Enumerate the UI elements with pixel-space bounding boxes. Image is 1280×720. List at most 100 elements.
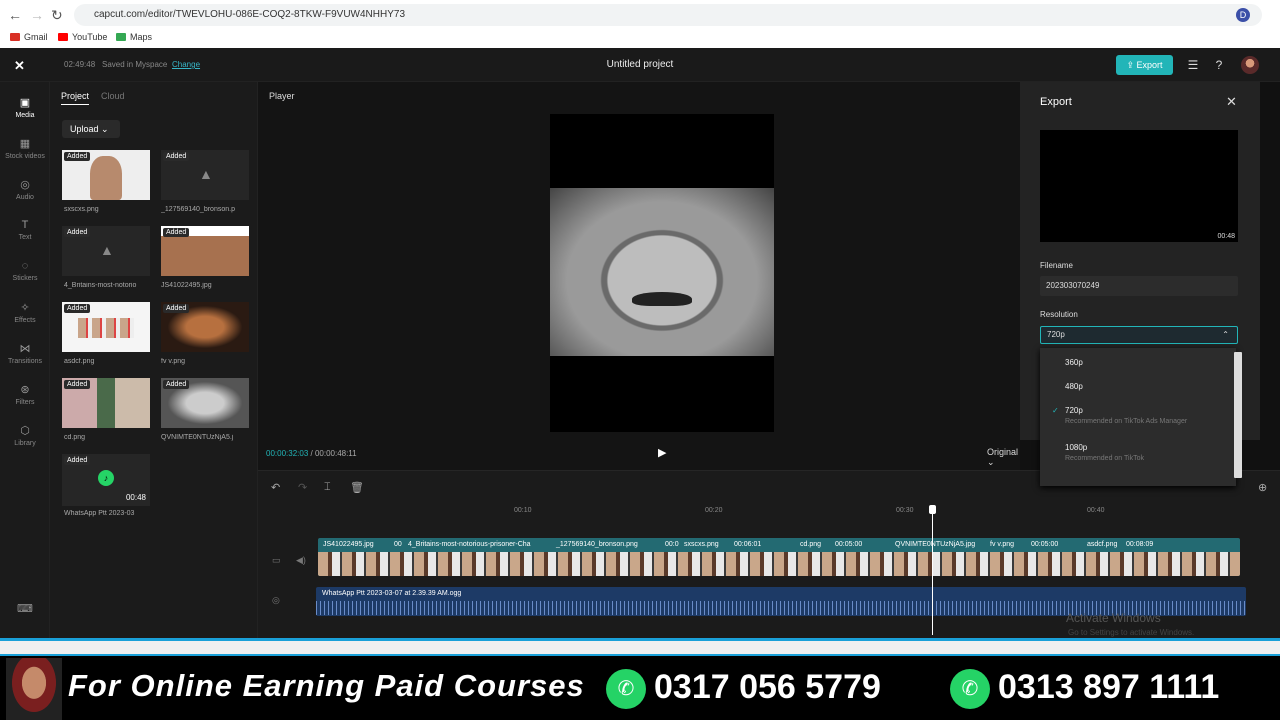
split-icon[interactable]: ⌶	[324, 481, 331, 494]
export-button[interactable]: ⇪ Export	[1116, 55, 1173, 75]
playhead-handle[interactable]	[929, 505, 936, 514]
user-avatar[interactable]	[1241, 56, 1259, 74]
help-icon[interactable]: ?	[1212, 58, 1226, 72]
photo-thumbnail	[90, 156, 122, 200]
bookmark-gmail[interactable]: Gmail	[10, 32, 48, 42]
export-dialog: Export ✕ 00:48 Filename 202303070249 Res…	[1020, 82, 1260, 486]
player-label: Player	[269, 91, 295, 101]
tab-project[interactable]: Project	[61, 91, 90, 105]
upload-button[interactable]: Upload ⌄	[62, 120, 120, 138]
saved-location: Saved in Myspace	[102, 60, 168, 69]
rail-transitions[interactable]: ⋈ Transitions	[0, 342, 50, 365]
effects-icon: ✧	[20, 302, 30, 314]
project-title[interactable]: Untitled project	[560, 59, 720, 70]
clip-label: sxscxs.png	[684, 541, 719, 548]
rail-audio[interactable]: ◎ Audio	[0, 178, 50, 201]
clip-label: asdcf.png	[1087, 541, 1118, 548]
option-1080p-note: Recommended on TikTok	[1065, 455, 1144, 462]
tab-cloud[interactable]: Cloud	[101, 91, 125, 101]
resolution-select[interactable]: 720p ⌃	[1040, 326, 1238, 344]
redo-icon[interactable]: ↷	[298, 481, 307, 494]
video-track[interactable]: JS41022495.jpg 00 4_Britains-most-notori…	[318, 538, 1240, 576]
clip-duration: 00:05:00	[835, 541, 863, 548]
filename-field[interactable]: 202303070249	[1040, 276, 1238, 296]
capcut-logo-icon[interactable]: ✕	[14, 58, 28, 73]
media-item-britains[interactable]: Added ▲	[62, 226, 150, 276]
media-label: sxscxs.png	[64, 206, 99, 213]
change-link[interactable]: Change	[172, 60, 200, 69]
keyboard-icon[interactable]: ⌨	[0, 602, 50, 618]
rail-filters[interactable]: ⊛ Filters	[0, 383, 50, 406]
phone-number-1: 0317 056 5779	[654, 668, 881, 706]
volume-icon[interactable]: ◀)	[296, 555, 306, 566]
timecode: 00:00:32:03 / 00:00:48:11	[266, 449, 357, 458]
library-icon: ⬡	[20, 425, 30, 437]
option-480p[interactable]: 480p	[1065, 382, 1083, 391]
media-item-asdcf[interactable]: Added	[62, 302, 150, 352]
bookmark-maps[interactable]: Maps	[116, 32, 152, 42]
play-icon[interactable]: ▶	[658, 446, 666, 459]
resolution-dropdown: 360p 480p ✓ 720p Recommended on TikTok A…	[1040, 348, 1242, 486]
video-frame-image	[550, 188, 774, 356]
back-icon[interactable]: ←	[8, 7, 22, 23]
media-item-js41022495[interactable]: Added	[161, 226, 249, 276]
save-time: 02:49:48	[64, 60, 96, 69]
option-720p-note: Recommended on TikTok Ads Manager	[1065, 418, 1188, 425]
preview-duration: 00:48	[1217, 233, 1235, 240]
delete-icon[interactable]: 🗑	[350, 481, 364, 494]
media-item-bronson[interactable]: Added ▲	[161, 150, 249, 200]
forward-icon[interactable]: →	[30, 7, 44, 23]
ruler-tick: 00:10	[514, 507, 532, 514]
close-icon[interactable]: ✕	[1226, 94, 1237, 110]
option-720p[interactable]: 720p	[1065, 406, 1083, 415]
audio-track-icon[interactable]: ◎	[272, 595, 280, 606]
option-1080p[interactable]: 1080p	[1065, 443, 1087, 452]
phone-number-2: 0313 897 1111	[998, 668, 1220, 706]
audio-duration: 00:48	[125, 493, 146, 502]
media-item-qvnimte[interactable]: Added	[161, 378, 249, 428]
address-bar[interactable]: capcut.com/editor/TWEVLOHU-086E-COQ2-8TK…	[74, 4, 1262, 26]
track-cover-icon[interactable]: ▭	[272, 555, 281, 566]
banner-headline: For Online Earning Paid Courses	[68, 668, 585, 703]
audio-clip-label: WhatsApp Ptt 2023-03-07 at 2.39.39 AM.og…	[322, 590, 462, 597]
ruler-tick: 00:40	[1087, 507, 1105, 514]
media-item-whatsapp-audio[interactable]: Added ♪ 00:48	[62, 454, 150, 506]
playhead[interactable]	[929, 505, 936, 635]
video-canvas[interactable]	[550, 114, 774, 432]
media-label: _127569140_bronson.p	[161, 206, 235, 213]
rail-stickers[interactable]: ◌ Stickers	[0, 260, 50, 282]
moustache	[632, 292, 692, 306]
media-item-cd[interactable]: Added	[62, 378, 150, 428]
zoom-in-icon[interactable]: ⊕	[1258, 481, 1267, 494]
chevron-down-icon: ⌄	[101, 124, 109, 134]
image-placeholder-icon: ▲	[100, 242, 114, 258]
rail-effects[interactable]: ✧ Effects	[0, 301, 50, 324]
rail-stock-videos[interactable]: ▦ Stock videos	[0, 137, 50, 160]
upload-icon: ⇪	[1126, 60, 1137, 70]
rail-text[interactable]: T Text	[0, 219, 50, 241]
chevron-down-icon: ⌄	[987, 457, 995, 467]
clip-label: JS41022495.jpg	[323, 541, 374, 548]
media-label: cd.png	[64, 434, 86, 441]
reload-icon[interactable]: ↻	[51, 7, 63, 24]
media-item-fvv[interactable]: Added	[161, 302, 249, 352]
export-preview: 00:48	[1040, 130, 1238, 242]
whatsapp-icon: ✆	[606, 669, 646, 709]
undo-icon[interactable]: ↶	[271, 481, 280, 494]
media-item-sxscxs[interactable]: Added	[62, 150, 150, 200]
filter-icon: ⊛	[20, 384, 30, 396]
rail-library[interactable]: ⬡ Library	[0, 424, 50, 447]
music-note-icon: ♪	[98, 470, 114, 486]
profile-avatar[interactable]: D	[1236, 8, 1250, 22]
ratio-select[interactable]: Original ⌄	[987, 447, 1020, 468]
browser-chrome: ← → ↻ capcut.com/editor/TWEVLOHU-086E-CO…	[0, 0, 1280, 48]
option-360p[interactable]: 360p	[1065, 358, 1083, 367]
bookmark-youtube[interactable]: YouTube	[58, 32, 107, 42]
clip-label: fv v.png	[990, 541, 1014, 548]
app-header: ✕ 02:49:48 Saved in Myspace Change Untit…	[0, 48, 1280, 82]
image-placeholder-icon: ▲	[199, 166, 213, 182]
rail-media[interactable]: ▣ Media	[0, 96, 50, 119]
dropdown-scrollbar[interactable]	[1234, 352, 1242, 478]
layers-icon[interactable]: ☰	[1186, 58, 1200, 72]
clip-duration: 00:0	[665, 541, 679, 548]
